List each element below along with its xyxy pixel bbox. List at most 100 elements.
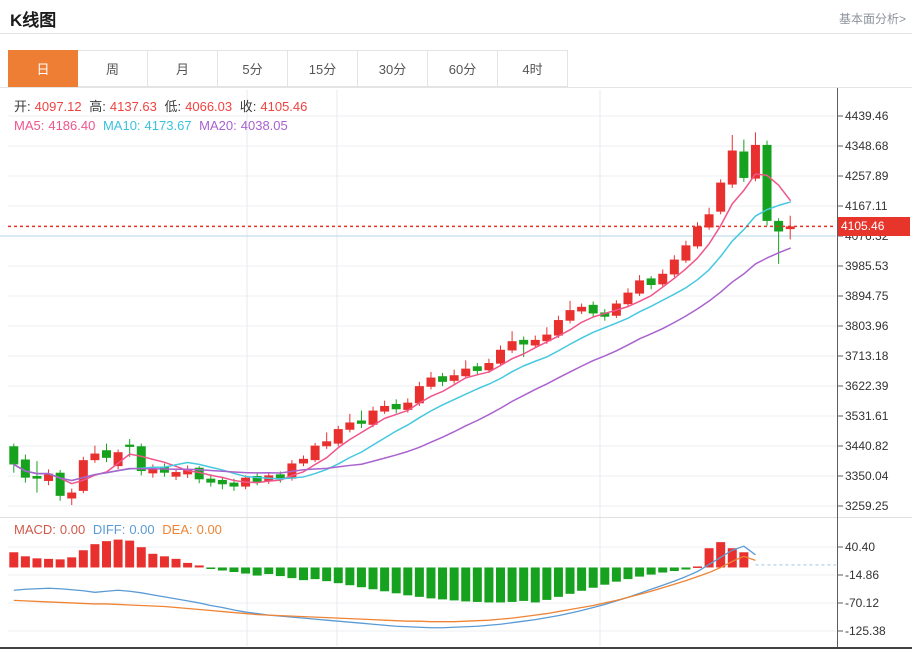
candle-body (334, 429, 343, 444)
macd-bar (229, 567, 238, 572)
axis-tick-label: 4167.11 (845, 199, 888, 213)
macd-bar (137, 547, 146, 567)
macd-bar (612, 567, 621, 581)
period-tab-bar: 日 周 月 5分 15分 30分 60分 4时 (0, 50, 912, 88)
candle-body (635, 280, 644, 293)
close-value: 4105.46 (260, 99, 307, 114)
macd-bar (125, 541, 134, 568)
macd-bar (21, 556, 30, 567)
macd-bar (264, 567, 273, 574)
tab-day[interactable]: 日 (8, 50, 78, 87)
candle-body (79, 460, 88, 491)
dea-label: DEA: (162, 522, 192, 537)
candle-body (681, 245, 690, 260)
ma20-value: 4038.05 (241, 118, 288, 133)
axis-tick-label: 4257.89 (845, 169, 889, 183)
y-axis-labels: 4439.464348.684257.894167.114076.323985.… (845, 109, 889, 638)
macd-bar (531, 567, 540, 602)
macd-bar (600, 567, 609, 584)
candle-body (739, 152, 748, 178)
macd-bar (114, 540, 123, 568)
candle-body (658, 274, 667, 285)
tab-60min[interactable]: 60分 (428, 50, 498, 87)
macd-bar (9, 552, 18, 567)
macd-info-row: MACD:0.00 DIFF:0.00 DEA:0.00 (14, 522, 226, 537)
current-price-marker: 4105.46 (838, 217, 910, 236)
candle-body (311, 446, 320, 461)
tab-week[interactable]: 周 (78, 50, 148, 87)
candle-body (566, 310, 575, 321)
macd-bar (403, 567, 412, 595)
macd-bar (484, 567, 493, 602)
macd-bar (635, 567, 644, 576)
tab-4hour[interactable]: 4时 (498, 50, 568, 87)
ma10-label: MA10: (103, 118, 141, 133)
macd-bar (183, 563, 192, 568)
tab-30min[interactable]: 30分 (358, 50, 428, 87)
candle-body (508, 341, 517, 350)
candle-body (299, 459, 308, 464)
axis-tick-label: 3259.25 (845, 499, 889, 513)
macd-bar (357, 567, 366, 587)
open-label: 开: (14, 99, 31, 114)
candle-body (32, 476, 41, 479)
candle-body (380, 406, 389, 412)
candle-body (577, 307, 586, 312)
candle-body (322, 441, 331, 446)
candle-body (647, 278, 656, 285)
candle-body (172, 472, 181, 477)
candle-body (670, 260, 679, 275)
candle-body (484, 363, 493, 370)
macd-bar (172, 559, 181, 568)
tab-5min[interactable]: 5分 (218, 50, 288, 87)
macd-bar (658, 567, 667, 572)
candle-body (206, 479, 215, 483)
macd-bar (473, 567, 482, 601)
macd-bar (693, 566, 702, 568)
macd-bar (623, 567, 632, 579)
macd-bar (334, 567, 343, 583)
macd-bar (160, 556, 169, 567)
candles-layer (9, 132, 794, 505)
candle-body (554, 320, 563, 336)
candle-body (519, 340, 528, 345)
ma5-label: MA5: (14, 118, 44, 133)
macd-bar (508, 567, 517, 601)
macd-bar (461, 567, 470, 601)
macd-bar (56, 559, 65, 567)
diff-value: 0.00 (129, 522, 154, 537)
candle-body (392, 404, 401, 409)
macd-bar (218, 567, 227, 570)
candle-body (473, 366, 482, 371)
macd-bar (681, 567, 690, 569)
high-label: 高: (89, 99, 106, 114)
candle-body (623, 293, 632, 305)
candle-body (67, 493, 76, 499)
candle-body (426, 378, 435, 387)
candle-body (589, 305, 598, 314)
axis-tick-label: 40.40 (845, 540, 875, 554)
tab-month[interactable]: 月 (148, 50, 218, 87)
ma5-line (14, 174, 790, 484)
macd-bar (102, 541, 111, 567)
fundamental-analysis-link[interactable]: 基本面分析> (839, 10, 906, 27)
tab-15min[interactable]: 15分 (288, 50, 358, 87)
macd-bar (79, 550, 88, 567)
macd-bar (728, 548, 737, 567)
macd-bar (647, 567, 656, 574)
title-divider (0, 33, 912, 34)
candle-body (125, 445, 134, 447)
candle-body (496, 350, 505, 364)
macd-bar (253, 567, 262, 575)
axis-tick-label: 3894.75 (845, 289, 889, 303)
macd-bar (148, 554, 157, 568)
macd-bar (554, 567, 563, 596)
axis-tick-label: -125.38 (845, 624, 886, 638)
macd-bar (90, 544, 99, 567)
macd-bar (276, 567, 285, 576)
high-value: 4137.63 (110, 99, 157, 114)
axis-tick-label: 3350.04 (845, 469, 889, 483)
macd-bar (67, 557, 76, 567)
macd-histogram-layer (9, 540, 748, 603)
ma10-value: 4173.67 (145, 118, 192, 133)
